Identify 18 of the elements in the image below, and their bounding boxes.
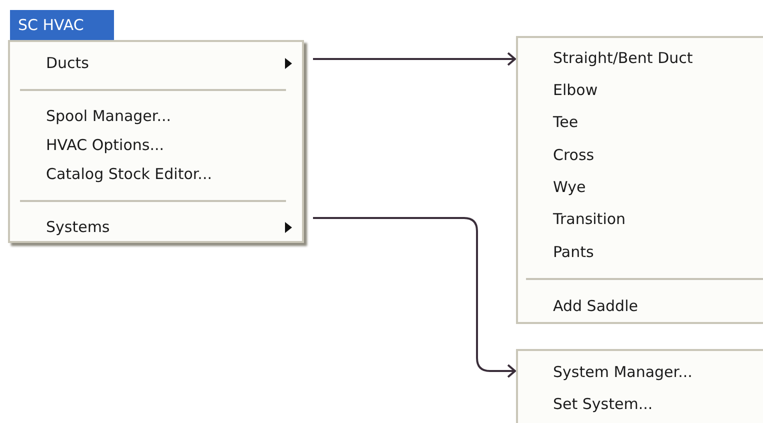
- menu-item[interactable]: Spool Manager...: [10, 102, 302, 131]
- menu-item[interactable]: Pants: [518, 236, 763, 268]
- menu-item[interactable]: Elbow: [518, 74, 763, 107]
- menu-item[interactable]: HVAC Options...: [10, 131, 302, 160]
- menu-item[interactable]: Tee: [518, 106, 763, 139]
- menu-item[interactable]: Set System...: [518, 388, 763, 421]
- menu-item[interactable]: Systems: [10, 213, 302, 242]
- menu-item[interactable]: Wye: [518, 171, 763, 204]
- menu-item[interactable]: Add Saddle: [518, 290, 763, 322]
- menu-item[interactable]: Transition: [518, 203, 763, 236]
- menu-item[interactable]: System Manager...: [518, 356, 763, 388]
- submenu-arrow-icon: [285, 58, 292, 69]
- menu-item[interactable]: Catalog Stock Editor...: [10, 160, 302, 189]
- menu-title[interactable]: SC HVAC: [10, 10, 114, 40]
- submenu-arrow-icon: [285, 222, 292, 233]
- menu-item[interactable]: Cross: [518, 138, 763, 172]
- menu-item[interactable]: Ducts: [10, 49, 302, 78]
- menu-item[interactable]: Straight/Bent Duct: [518, 42, 763, 74]
